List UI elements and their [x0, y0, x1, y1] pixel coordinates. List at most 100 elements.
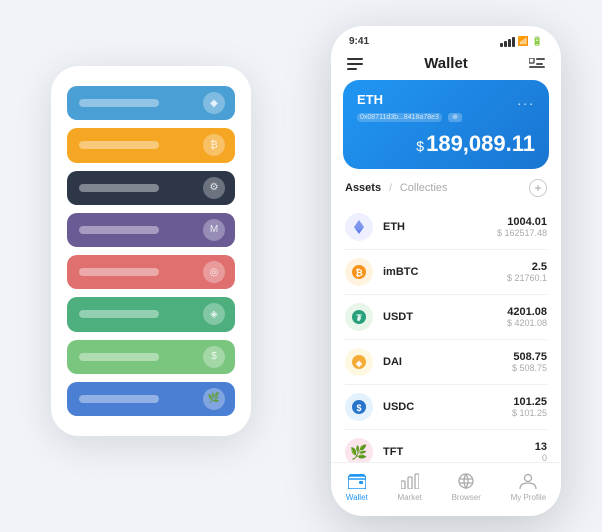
asset-amounts-eth: 1004.01 $ 162517.48	[497, 216, 547, 238]
asset-row-usdt[interactable]: ₮ USDT 4201.08 $ 4201.08	[345, 295, 547, 340]
asset-usd: $ 508.75	[512, 363, 547, 373]
add-asset-button[interactable]: +	[529, 179, 547, 197]
asset-name: DAI	[383, 356, 502, 368]
nav-item-wallet[interactable]: Wallet	[346, 471, 368, 502]
card-icon: ◎	[203, 261, 225, 283]
page-title: Wallet	[424, 55, 468, 72]
usdc-token-icon: $	[345, 393, 373, 421]
card-icon: ◈	[203, 303, 225, 325]
card-label	[79, 268, 159, 276]
list-item[interactable]: ⚙	[67, 171, 235, 205]
list-item[interactable]: ◆	[67, 86, 235, 120]
eth-card[interactable]: ETH ... 0x08711d3b...8418a78e3 ⊕ $189,08…	[343, 80, 549, 169]
usdt-token-icon: ₮	[345, 303, 373, 331]
imbtc-token-icon: ₿	[345, 258, 373, 286]
asset-info-usdt: USDT	[383, 311, 497, 323]
list-item[interactable]: ₿	[67, 128, 235, 162]
expand-icon[interactable]	[529, 58, 545, 70]
nav-item-market[interactable]: Market	[397, 471, 421, 502]
phone-header: Wallet	[331, 51, 561, 80]
nav-label: Market	[397, 493, 421, 502]
asset-amount: 101.25	[512, 396, 547, 408]
menu-line	[347, 68, 357, 70]
asset-name: ETH	[383, 221, 487, 233]
asset-usd: $ 101.25	[512, 408, 547, 418]
list-item[interactable]: 🌿	[67, 382, 235, 416]
list-item[interactable]: $	[67, 340, 235, 374]
svg-text:◈: ◈	[355, 359, 363, 368]
asset-amount: 13	[535, 441, 547, 453]
assets-tabs: Assets / Collecties	[345, 182, 448, 194]
asset-amounts-imbtc: 2.5 $ 21760.1	[507, 261, 547, 283]
list-item[interactable]: ◈	[67, 297, 235, 331]
dollar-sign: $	[416, 138, 424, 154]
tab-collecties[interactable]: Collecties	[400, 182, 448, 194]
asset-row-imbtc[interactable]: ₿ imBTC 2.5 $ 21760.1	[345, 250, 547, 295]
nav-item-browser[interactable]: Browser	[452, 471, 481, 502]
card-label	[79, 395, 159, 403]
asset-amounts-usdt: 4201.08 $ 4201.08	[507, 306, 547, 328]
asset-info-usdc: USDC	[383, 401, 502, 413]
browser-icon	[456, 471, 476, 491]
card-icon: $	[203, 346, 225, 368]
asset-amount: 4201.08	[507, 306, 547, 318]
asset-amount: 508.75	[512, 351, 547, 363]
card-label	[79, 184, 159, 192]
dai-token-icon: ◈	[345, 348, 373, 376]
status-icons: 📶 🔋	[500, 36, 543, 47]
card-label	[79, 353, 159, 361]
asset-row-dai[interactable]: ◈ DAI 508.75 $ 508.75	[345, 340, 547, 385]
asset-name: USDT	[383, 311, 497, 323]
asset-usd: $ 4201.08	[507, 318, 547, 328]
list-item[interactable]: ◎	[67, 255, 235, 289]
asset-row-usdc[interactable]: $ USDC 101.25 $ 101.25	[345, 385, 547, 430]
eth-symbol: ETH	[357, 92, 383, 107]
card-icon: 🌿	[203, 388, 225, 410]
menu-icon[interactable]	[347, 58, 363, 70]
asset-info-dai: DAI	[383, 356, 502, 368]
wallet-icon	[347, 471, 367, 491]
eth-amount: $189,089.11	[357, 131, 535, 157]
list-item[interactable]: M	[67, 213, 235, 247]
nav-item-profile[interactable]: My Profile	[511, 471, 547, 502]
menu-line	[347, 63, 363, 65]
card-icon: M	[203, 219, 225, 241]
svg-text:₿: ₿	[355, 268, 362, 278]
card-icon: ◆	[203, 92, 225, 114]
card-label	[79, 141, 159, 149]
svg-text:$: $	[356, 403, 361, 413]
asset-info-imbtc: imBTC	[383, 266, 497, 278]
assets-header: Assets / Collecties +	[331, 179, 561, 205]
address-badge: ⊕	[448, 113, 462, 122]
market-icon	[400, 471, 420, 491]
nav-label: Browser	[452, 493, 481, 502]
bg-phone: ◆ ₿ ⚙ M ◎ ◈ $ 🌿	[51, 66, 251, 436]
eth-address: 0x08711d3b...8418a78e3 ⊕	[357, 112, 535, 121]
asset-amount: 1004.01	[497, 216, 547, 228]
status-bar: 9:41 📶 🔋	[331, 26, 561, 51]
tft-token-icon: 🌿	[345, 438, 373, 462]
asset-info-eth: ETH	[383, 221, 487, 233]
tab-separator: /	[389, 183, 392, 194]
asset-name: USDC	[383, 401, 502, 413]
asset-amounts-usdc: 101.25 $ 101.25	[512, 396, 547, 418]
tab-assets[interactable]: Assets	[345, 182, 381, 194]
profile-icon	[518, 471, 538, 491]
main-phone: 9:41 📶 🔋 Wallet	[331, 26, 561, 516]
asset-usd: $ 162517.48	[497, 228, 547, 238]
bottom-nav: Wallet Market	[331, 462, 561, 516]
card-label	[79, 99, 159, 107]
asset-name: imBTC	[383, 266, 497, 278]
eth-card-header: ETH ...	[357, 92, 535, 108]
asset-usd: $ 21760.1	[507, 273, 547, 283]
time-display: 9:41	[349, 36, 369, 47]
asset-amount: 2.5	[507, 261, 547, 273]
eth-more-button[interactable]: ...	[517, 92, 535, 108]
asset-row-eth[interactable]: ETH 1004.01 $ 162517.48	[345, 205, 547, 250]
scene: ◆ ₿ ⚙ M ◎ ◈ $ 🌿	[21, 16, 581, 516]
nav-label: Wallet	[346, 493, 368, 502]
card-label	[79, 226, 159, 234]
asset-row-tft[interactable]: 🌿 TFT 13 0	[345, 430, 547, 462]
card-icon: ₿	[203, 134, 225, 156]
eth-token-icon	[345, 213, 373, 241]
